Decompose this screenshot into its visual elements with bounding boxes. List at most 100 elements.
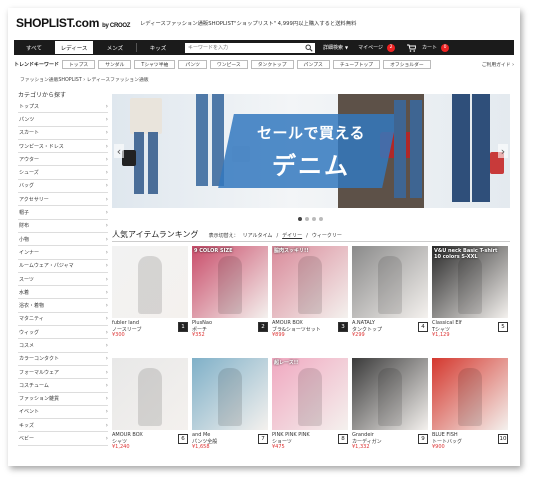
cart-badge: 0 (441, 43, 450, 52)
ranking-mode-daily[interactable]: デイリー (282, 232, 302, 239)
sidebar-item[interactable]: 帽子 › (18, 206, 108, 220)
search-input[interactable] (185, 43, 303, 52)
banner-next-arrow[interactable]: › (498, 144, 508, 158)
sidebar-item[interactable]: バッグ › (18, 180, 108, 194)
sidebar-item[interactable]: 財布 › (18, 220, 108, 233)
advanced-search-label: 詳細検索 (323, 45, 344, 51)
trend-keyword[interactable]: オフショルダー (383, 59, 431, 69)
sidebar-item[interactable]: ファッション雑貨 › (18, 393, 108, 406)
ranking-item[interactable]: BLUE FISH トートバッグ ¥900 10 (432, 358, 508, 450)
trend-keyword[interactable]: トップス (62, 59, 96, 69)
ranking-item[interactable]: 超レース!! PINK PINK PINK ショーツ ¥475 8 (272, 358, 348, 450)
ranking-item[interactable]: 9 COLOR SIZE PlusNao ポーチ ¥352 2 (192, 246, 268, 338)
advanced-search-link[interactable]: 詳細検索 ▼ (323, 44, 348, 51)
cart-link[interactable]: カート 0 (407, 43, 450, 52)
product-image[interactable]: 超レース!! (272, 358, 348, 430)
trend-keyword[interactable]: パンプス (296, 59, 330, 69)
product-image[interactable] (112, 246, 188, 318)
tab-ladies[interactable]: レディース (54, 40, 94, 55)
trend-keyword[interactable]: チューブトップ (332, 59, 381, 69)
ranking-item[interactable]: 脇肉スッキリ!! AMOUR BOX ブラ&ショーツセット ¥899 3 (272, 246, 348, 338)
sidebar-item[interactable]: キッズ › (18, 419, 108, 433)
sidebar-item[interactable]: コスメ › (18, 339, 108, 353)
product-banner-text: 脇肉スッキリ!! (274, 248, 309, 254)
sidebar-item[interactable]: コスチューム › (18, 379, 108, 393)
sidebar-item[interactable]: アクセサリー › (18, 193, 108, 207)
guide-link[interactable]: ご利用ガイド › (482, 61, 514, 68)
sidebar-item[interactable]: 小物 › (18, 233, 108, 247)
product-image[interactable] (192, 358, 268, 430)
chevron-right-icon: › (105, 275, 108, 283)
sidebar-item[interactable]: ウィッグ › (18, 326, 108, 340)
tab-all[interactable]: すべて (14, 40, 54, 55)
chevron-right-icon: › (105, 395, 108, 403)
sidebar-item[interactable]: 浴衣・着物 › (18, 299, 108, 313)
banner-headline: セールで買える (256, 124, 366, 142)
sidebar-item[interactable]: 水着 › (18, 286, 108, 300)
sidebar-item-label: スカート (19, 130, 40, 137)
sidebar-item[interactable]: ベビー › (18, 432, 108, 446)
sidebar-item[interactable]: カラーコンタクト › (18, 353, 108, 366)
trend-keyword[interactable]: パンツ (178, 59, 207, 69)
sidebar-item[interactable]: フォーマルウェア › (18, 366, 108, 380)
chevron-right-icon: › (105, 195, 108, 203)
product-banner-text: V&U neck Basic T-shirt 10 colors S-XXL (434, 248, 498, 260)
banner-pagination (298, 217, 326, 221)
sidebar-item[interactable]: イベント › (18, 406, 108, 420)
ranking-item[interactable]: fubler land ノースリーブ ¥300 1 (112, 246, 188, 338)
rank-number: 10 (498, 434, 508, 444)
breadcrumb-home[interactable]: ファッション通販SHOPLIST (20, 78, 82, 83)
ranking-mode-realtime[interactable]: リアルタイム (243, 232, 273, 239)
breadcrumb: ファッション通販SHOPLIST › レディースファッション通販 (20, 76, 149, 83)
sidebar-item[interactable]: ルームウェア・パジャマ › (18, 260, 108, 273)
product-image[interactable] (352, 246, 428, 318)
ranking-item[interactable]: A.NATALY タンクトップ ¥299 4 (352, 246, 428, 338)
tab-mens[interactable]: メンズ (94, 40, 136, 55)
banner-prev-arrow[interactable]: ‹ (114, 144, 124, 158)
chevron-right-icon: › (105, 222, 108, 230)
product-image[interactable]: 9 COLOR SIZE (192, 246, 268, 318)
sidebar-item[interactable]: トップス › (18, 100, 108, 114)
mypage-link[interactable]: マイページ 2 (358, 43, 395, 52)
ranking-item[interactable]: and Me パンツ全般 ¥1,658 7 (192, 358, 268, 450)
banner-dot[interactable] (312, 217, 316, 221)
chevron-right-icon: › (105, 328, 108, 336)
sidebar-item[interactable]: パンツ › (18, 113, 108, 127)
sidebar-item[interactable]: アウター › (18, 153, 108, 167)
banner-dot[interactable] (319, 217, 323, 221)
product-image[interactable] (432, 358, 508, 430)
chevron-right-icon: › (105, 235, 108, 243)
breadcrumb-current: レディースファッション通販 (86, 78, 149, 83)
sidebar-item[interactable]: スカート › (18, 127, 108, 140)
sidebar-item[interactable]: スーツ › (18, 273, 108, 287)
product-image[interactable]: V&U neck Basic T-shirt 10 colors S-XXL (432, 246, 508, 318)
search-icon[interactable] (305, 43, 313, 52)
site-logo[interactable]: SHOPLIST.com by CROOZ (16, 16, 130, 30)
sidebar-item[interactable]: マタニティ › (18, 313, 108, 327)
tab-kids[interactable]: キッズ (137, 40, 179, 55)
sidebar-item-label: マタニティ (19, 316, 44, 323)
rank-number: 4 (418, 322, 428, 332)
product-figure (378, 256, 402, 314)
trend-keyword[interactable]: Tシャツ半袖 (134, 59, 176, 69)
product-image[interactable] (112, 358, 188, 430)
hero-banner[interactable]: セールで買える デニム ‹ › (112, 94, 510, 208)
sidebar-item[interactable]: シューズ › (18, 166, 108, 180)
trend-keyword[interactable]: タンクトップ (250, 59, 294, 69)
banner-dot[interactable] (298, 217, 302, 221)
trend-keyword[interactable]: サンダル (98, 59, 132, 69)
mypage-badge: 2 (387, 43, 395, 52)
sidebar-item[interactable]: インナー › (18, 246, 108, 260)
sidebar-title: カテゴリから探す (18, 92, 67, 99)
search-box (185, 42, 315, 53)
ranking-item[interactable]: V&U neck Basic T-shirt 10 colors S-XXL Cl… (432, 246, 508, 338)
ranking-mode-weekly[interactable]: ウィークリー (312, 232, 342, 239)
product-image[interactable] (352, 358, 428, 430)
chevron-right-icon: › (105, 248, 108, 256)
product-image[interactable]: 脇肉スッキリ!! (272, 246, 348, 318)
sidebar-item[interactable]: ワンピース・ドレス › (18, 140, 108, 154)
ranking-item[interactable]: AMOUR BOX シャツ ¥1,240 6 (112, 358, 188, 450)
banner-dot[interactable] (305, 217, 309, 221)
trend-keyword[interactable]: ワンピース (209, 59, 248, 69)
ranking-item[interactable]: Grandeir カーディガン ¥1,332 9 (352, 358, 428, 450)
